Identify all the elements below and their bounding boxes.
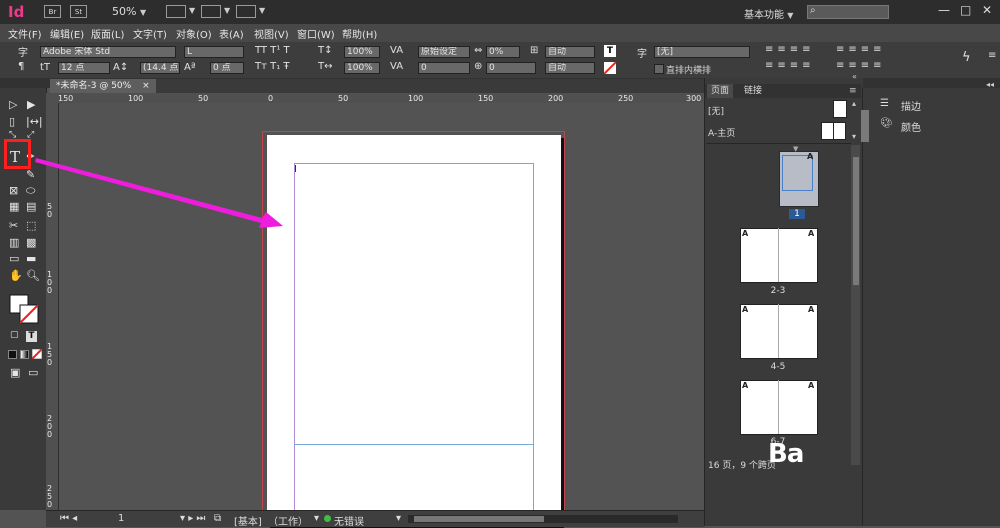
scrollbar-thumb[interactable] bbox=[414, 516, 544, 522]
work-mode-dropdown-icon[interactable]: ▾ bbox=[314, 513, 319, 524]
page-number-field[interactable]: 1 bbox=[118, 513, 124, 524]
page-master-letter: A bbox=[742, 305, 749, 314]
page-label-4-5: 4-5 bbox=[770, 362, 786, 372]
spread-spine bbox=[778, 304, 779, 358]
spread-thumbnail-2-3[interactable] bbox=[740, 228, 818, 283]
master-a-right-thumbnail[interactable] bbox=[833, 122, 846, 140]
horizontal-scrollbar[interactable] bbox=[408, 515, 678, 523]
page-master-letter: A bbox=[808, 381, 815, 390]
page-master-letter: A bbox=[742, 229, 749, 238]
master-indicator-icon: ⧉ bbox=[214, 513, 222, 524]
next-page-icon[interactable]: ▾ ▸ ⏭ bbox=[180, 513, 205, 524]
master-a[interactable]: A-主页 bbox=[708, 126, 735, 139]
page-label-2-3: 2-3 bbox=[770, 286, 786, 296]
page-master-letter: A bbox=[808, 305, 815, 314]
scroll-up-icon[interactable]: ▴ bbox=[852, 99, 856, 108]
panel-divider bbox=[706, 143, 851, 144]
color-palette-icon[interactable]: 🎨︎ bbox=[880, 118, 893, 129]
right-panel-dock bbox=[862, 88, 1000, 526]
color-panel-button[interactable]: 颜色 bbox=[901, 119, 921, 134]
stroke-icon[interactable]: ☰ bbox=[880, 98, 889, 109]
page-count-label: 16 页，9 个跨页 bbox=[708, 460, 776, 471]
page-master-letter: A bbox=[808, 229, 815, 238]
spread-spine bbox=[778, 228, 779, 282]
panel-collapse-icon[interactable]: « bbox=[852, 72, 857, 81]
page-master-letter: A bbox=[807, 152, 814, 161]
preflight-ok-icon bbox=[324, 515, 331, 522]
master-none[interactable]: [无] bbox=[708, 104, 724, 117]
dock-scroll-indicator bbox=[861, 110, 869, 142]
page-master-letter: A bbox=[742, 381, 749, 390]
status-bar: ⏮ ◂ 1 ▾ ▸ ⏭ ⧉ [基本] （工作） ▾ 无错误 ▾ bbox=[46, 510, 704, 528]
pages-scrollbar-thumb[interactable] bbox=[853, 157, 859, 285]
dock-expand-icon[interactable]: ◂◂ bbox=[986, 80, 994, 89]
page-label-1: 1 bbox=[789, 209, 805, 219]
pages-panel-menu-icon[interactable]: ≡ bbox=[849, 86, 857, 96]
tab-links[interactable]: 链接 bbox=[740, 84, 766, 98]
preflight-dropdown-icon[interactable]: ▾ bbox=[396, 513, 401, 524]
current-page-marker-icon: ▼ bbox=[793, 145, 799, 153]
spread-thumbnail-4-5[interactable] bbox=[740, 304, 818, 359]
master-none-thumbnail[interactable] bbox=[833, 100, 847, 118]
first-page-icon[interactable]: ⏮ ◂ bbox=[60, 513, 77, 524]
watermark-logo: Ba bbox=[768, 439, 804, 469]
spread-thumbnail-6-7[interactable] bbox=[740, 380, 818, 435]
spread-spine bbox=[778, 380, 779, 434]
tab-pages[interactable]: 页面 bbox=[707, 84, 734, 98]
stroke-panel-button[interactable]: 描边 bbox=[901, 98, 921, 113]
scroll-down-icon[interactable]: ▾ bbox=[852, 132, 856, 141]
